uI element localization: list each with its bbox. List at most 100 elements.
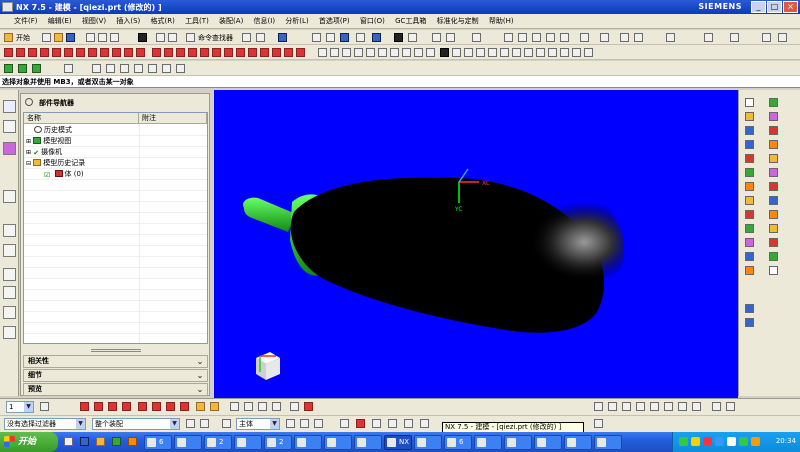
more-tools-icon[interactable] bbox=[778, 33, 787, 42]
menu-window[interactable]: 窗口(O) bbox=[356, 14, 389, 29]
examine-geometry-icon[interactable] bbox=[290, 402, 299, 411]
taskbar-task[interactable] bbox=[504, 435, 532, 450]
offset-region-icon[interactable] bbox=[180, 402, 189, 411]
intersect-icon[interactable] bbox=[136, 48, 145, 57]
taskbar-task[interactable] bbox=[174, 435, 202, 450]
paste-icon[interactable] bbox=[110, 33, 119, 42]
pan-icon[interactable] bbox=[356, 33, 365, 42]
dock-icon[interactable] bbox=[769, 266, 778, 275]
menu-standardization[interactable]: 标准化与定制 bbox=[433, 14, 483, 29]
roles-tab[interactable] bbox=[3, 306, 16, 319]
dock-icon[interactable] bbox=[745, 182, 754, 191]
wcs-origin-icon[interactable] bbox=[4, 64, 13, 73]
taskbar-task[interactable]: 6 bbox=[144, 435, 172, 450]
process-studio-tab[interactable] bbox=[3, 286, 16, 299]
system-materials-tab[interactable] bbox=[3, 268, 16, 281]
swept-icon[interactable] bbox=[464, 48, 473, 57]
dock-icon[interactable] bbox=[745, 126, 754, 135]
tray-icon[interactable] bbox=[691, 437, 700, 446]
snap-end-icon[interactable] bbox=[286, 419, 295, 428]
draft-icon[interactable] bbox=[188, 48, 197, 57]
dock-icon[interactable] bbox=[745, 140, 754, 149]
assembly-selection-icon[interactable] bbox=[594, 419, 603, 428]
sketch-extend-icon[interactable] bbox=[636, 402, 645, 411]
menu-help[interactable]: 帮助(H) bbox=[485, 14, 518, 29]
move-object-icon[interactable] bbox=[80, 402, 89, 411]
reuse-library-tab[interactable] bbox=[3, 190, 16, 203]
profile-icon[interactable] bbox=[504, 33, 513, 42]
thread-icon[interactable] bbox=[296, 48, 305, 57]
menu-view[interactable]: 视图(V) bbox=[78, 14, 110, 29]
layer-settings-icon[interactable] bbox=[40, 402, 49, 411]
menu-edit[interactable]: 编辑(E) bbox=[44, 14, 76, 29]
boss-icon[interactable] bbox=[40, 48, 49, 57]
offset-surface-icon[interactable] bbox=[524, 48, 533, 57]
surface-more-icon[interactable] bbox=[584, 48, 593, 57]
checkbox-checked-icon[interactable]: ☑ bbox=[44, 170, 50, 179]
type-filter-dropdown[interactable]: 没有选择过滤器 ▼ bbox=[4, 418, 86, 430]
clearance-icon[interactable] bbox=[272, 402, 281, 411]
wireframe-icon[interactable] bbox=[408, 33, 417, 42]
snap-mid-icon[interactable] bbox=[300, 419, 309, 428]
sew-icon[interactable] bbox=[272, 48, 281, 57]
rectangle-icon[interactable] bbox=[560, 33, 569, 42]
transform-icon[interactable] bbox=[94, 402, 103, 411]
menu-file[interactable]: 文件(F) bbox=[0, 14, 42, 29]
general-selection-icon[interactable] bbox=[186, 419, 195, 428]
snap-endpoint-icon[interactable] bbox=[92, 64, 101, 73]
dock-icon[interactable] bbox=[745, 266, 754, 275]
tree-node-model-views[interactable]: ⊞ 模型视图 bbox=[26, 136, 71, 147]
trim-body-icon[interactable] bbox=[248, 48, 257, 57]
history-tab[interactable] bbox=[3, 224, 16, 237]
pin-icon[interactable] bbox=[25, 98, 33, 106]
sketch-plane-icon[interactable] bbox=[356, 419, 365, 428]
snap-point-icon[interactable] bbox=[314, 419, 323, 428]
model-view[interactable]: XC YC bbox=[214, 90, 738, 398]
dock-icon[interactable] bbox=[745, 304, 754, 313]
intersect-curve-icon[interactable] bbox=[414, 48, 423, 57]
ruler-icon[interactable] bbox=[230, 402, 239, 411]
taskbar-task[interactable] bbox=[414, 435, 442, 450]
tree-node-history-mode[interactable]: 历史模式 bbox=[34, 125, 72, 136]
dock-icon[interactable] bbox=[769, 98, 778, 107]
tray-icon[interactable] bbox=[715, 437, 724, 446]
ruled-icon[interactable] bbox=[476, 48, 485, 57]
mirror-feature-icon[interactable] bbox=[224, 48, 233, 57]
curve-line-icon[interactable] bbox=[318, 48, 327, 57]
dock-icon[interactable] bbox=[745, 210, 754, 219]
sketch-corner-icon[interactable] bbox=[650, 402, 659, 411]
menu-assemblies[interactable]: 装配(A) bbox=[215, 14, 247, 29]
taskbar-task[interactable] bbox=[294, 435, 322, 450]
navigator-splitter[interactable] bbox=[91, 349, 141, 352]
menu-analysis[interactable]: 分析(L) bbox=[281, 14, 312, 29]
pattern-icon[interactable] bbox=[212, 48, 221, 57]
close-button[interactable]: × bbox=[783, 1, 798, 13]
n-sided-surface-icon[interactable] bbox=[500, 48, 509, 57]
show-constraints-icon[interactable] bbox=[762, 33, 771, 42]
line-icon[interactable] bbox=[518, 33, 527, 42]
hole-icon[interactable] bbox=[28, 48, 37, 57]
sketch-line-icon[interactable] bbox=[594, 402, 603, 411]
start-button[interactable]: 开始 bbox=[0, 432, 58, 452]
dock-icon[interactable] bbox=[745, 154, 754, 163]
chamfer-icon[interactable] bbox=[164, 48, 173, 57]
bridge-curve-icon[interactable] bbox=[426, 48, 435, 57]
wcs-rotate-icon[interactable] bbox=[18, 64, 27, 73]
system-scenes-tab[interactable] bbox=[3, 326, 16, 339]
column-header-notes[interactable]: 附注 bbox=[139, 113, 207, 124]
tray-icon[interactable] bbox=[727, 437, 736, 446]
edge-blend-icon[interactable] bbox=[152, 48, 161, 57]
snap-intersect-icon[interactable] bbox=[388, 419, 397, 428]
menu-format[interactable]: 格式(R) bbox=[147, 14, 179, 29]
pad-icon[interactable] bbox=[64, 48, 73, 57]
shaded-icon[interactable] bbox=[394, 33, 403, 42]
taskbar-task[interactable]: 6 bbox=[444, 435, 472, 450]
dock-icon[interactable] bbox=[745, 318, 754, 327]
dock-icon[interactable] bbox=[745, 238, 754, 247]
helix-icon[interactable] bbox=[366, 48, 375, 57]
annotation-a-icon[interactable] bbox=[440, 48, 449, 57]
datum-plane-icon[interactable] bbox=[122, 402, 131, 411]
new-icon[interactable] bbox=[42, 33, 51, 42]
minimize-button[interactable]: _ bbox=[751, 1, 766, 13]
fillet-sketch-icon[interactable] bbox=[600, 33, 609, 42]
